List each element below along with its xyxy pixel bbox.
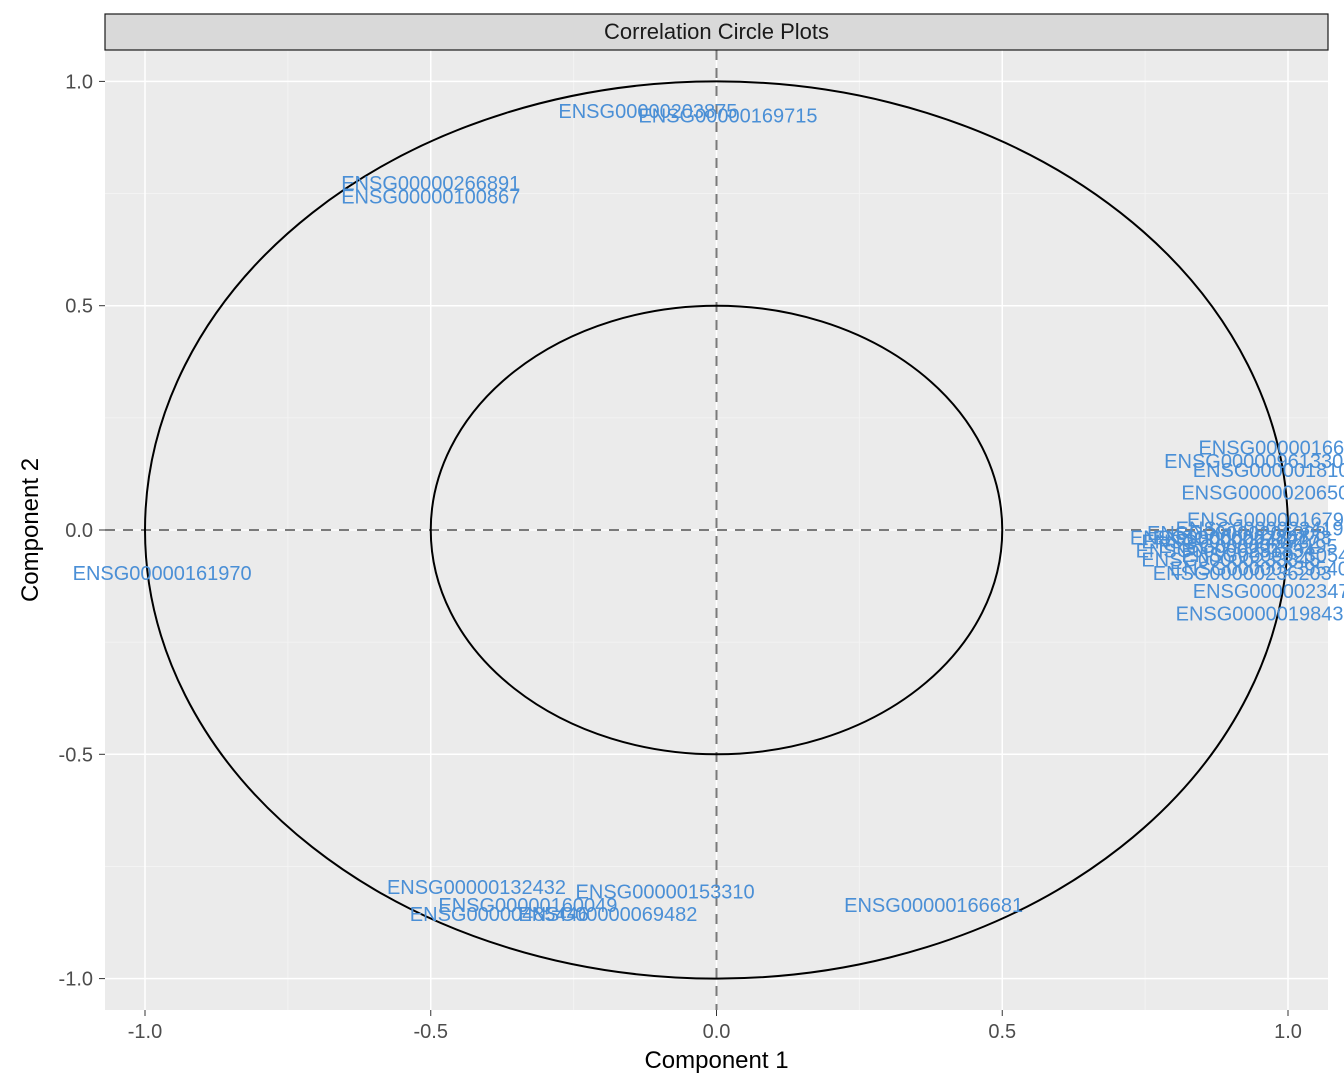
gene-label: ENSG00000153310 [576, 882, 755, 904]
gene-label: ENSG00000166681 [844, 895, 1023, 917]
y-tick-label: 0.0 [65, 520, 93, 542]
plot-title: Correlation Circle Plots [604, 19, 829, 44]
x-axis-title: Component 1 [644, 1047, 788, 1074]
gene-label: ENSG00000961330 [1164, 451, 1343, 473]
y-tick-label: 1.0 [65, 71, 93, 93]
gene-label: ENSG00000227801 [1130, 527, 1309, 549]
y-tick-label: -1.0 [59, 969, 93, 991]
x-tick-label: -0.5 [414, 1021, 448, 1043]
correlation-circle-plot: ENSG00000161970ENSG00000266891ENSG000001… [0, 0, 1344, 1075]
x-tick-label: 0.0 [703, 1021, 731, 1043]
gene-label: ENSG00000100867 [341, 186, 520, 208]
gene-label: ENSG00000169715 [638, 106, 817, 128]
x-tick-label: -1.0 [128, 1021, 162, 1043]
gene-label: ENSG00000236203 [1153, 563, 1332, 585]
x-tick-label: 0.5 [988, 1021, 1016, 1043]
y-tick-label: 0.5 [65, 296, 93, 318]
gene-label: ENSG00000206503 [1181, 482, 1344, 504]
gene-label: ENSG00000069482 [518, 904, 697, 926]
chart-svg: ENSG00000161970ENSG00000266891ENSG000001… [0, 0, 1344, 1075]
gene-label: ENSG00000198431 [1176, 604, 1344, 626]
y-tick-label: -0.5 [59, 744, 93, 766]
x-tick-label: 1.0 [1274, 1021, 1302, 1043]
gene-label: ENSG00000161970 [73, 563, 252, 585]
y-axis-title: Component 2 [17, 458, 44, 602]
